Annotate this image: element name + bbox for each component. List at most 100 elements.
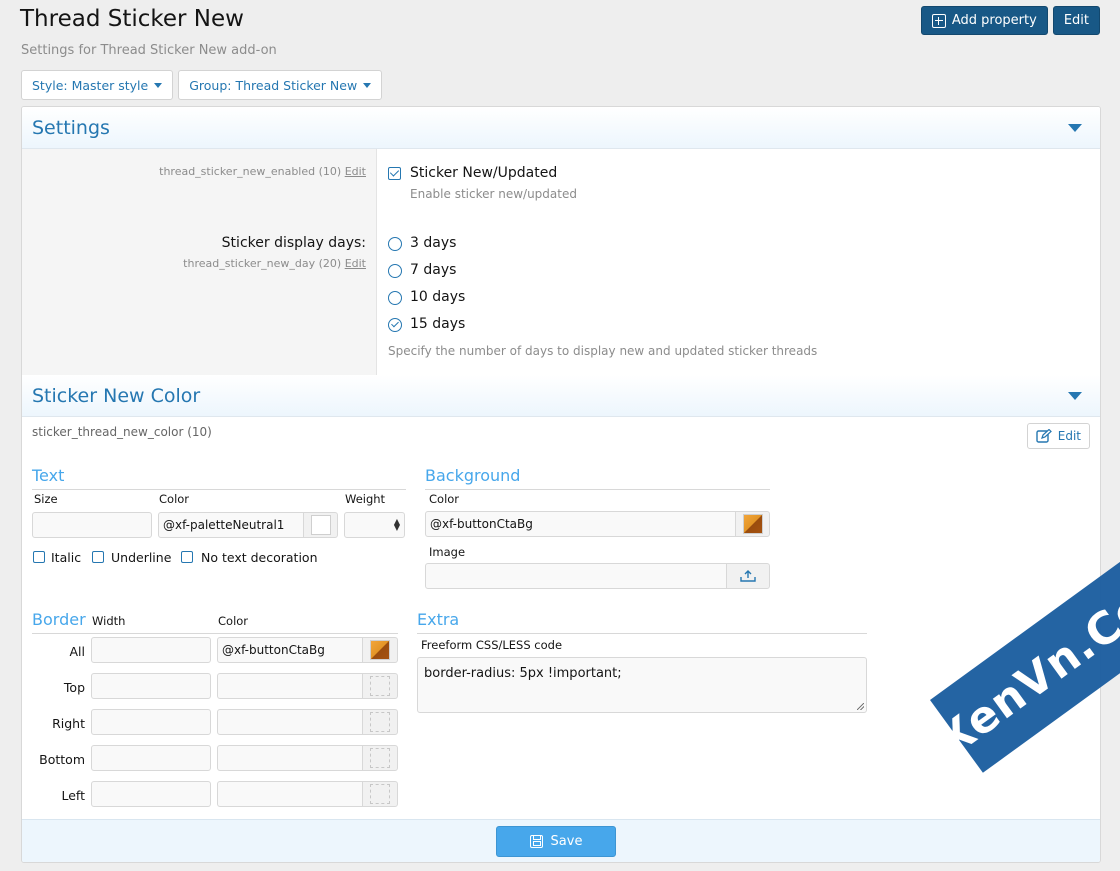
enabled-option-meta: thread_sticker_new_enabled (10) Edit xyxy=(159,165,366,178)
border-left-width-input[interactable] xyxy=(91,781,211,807)
background-image-input[interactable] xyxy=(425,563,727,589)
style-filter-label: Style: Master style xyxy=(32,77,149,93)
divider xyxy=(417,633,867,634)
text-weight-select[interactable]: ▲ ▼ xyxy=(344,512,405,538)
settings-section-title: Settings xyxy=(32,117,110,139)
border-all-width-input[interactable] xyxy=(91,637,211,663)
upload-icon xyxy=(740,570,756,582)
border-top-swatch-box[interactable] xyxy=(362,673,398,699)
border-top-width-input[interactable] xyxy=(91,673,211,699)
group-filter-button[interactable]: Group: Thread Sticker New xyxy=(178,70,383,100)
color-swatch xyxy=(370,640,390,660)
border-row-label: Bottom xyxy=(39,752,85,767)
text-group-title: Text xyxy=(32,466,65,485)
text-size-label: Size xyxy=(34,492,58,506)
display-days-label: Sticker display days: xyxy=(221,235,366,251)
border-left-color-input[interactable] xyxy=(217,781,363,807)
border-width-label: Width xyxy=(92,614,126,628)
extra-css-value: border-radius: 5px !important; xyxy=(424,666,622,681)
add-property-label: Add property xyxy=(951,13,1037,28)
display-days-hint: Specify the number of days to display ne… xyxy=(388,344,818,358)
save-label: Save xyxy=(550,834,583,849)
divider xyxy=(32,633,398,634)
divider xyxy=(425,489,770,490)
color-edit-label: Edit xyxy=(1057,429,1081,443)
collapse-toggle-icon[interactable] xyxy=(1068,124,1082,132)
form-footer: Save xyxy=(22,819,1100,862)
border-row-label: Top xyxy=(63,680,85,695)
top-actions: Add property Edit xyxy=(920,6,1100,35)
extra-css-label: Freeform CSS/LESS code xyxy=(421,638,563,652)
save-button[interactable]: Save xyxy=(496,826,616,857)
underline-label: Underline xyxy=(111,550,172,565)
edit-icon xyxy=(1036,429,1052,443)
color-swatch xyxy=(370,712,390,732)
group-filter-label: Group: Thread Sticker New xyxy=(189,77,358,93)
color-swatch xyxy=(743,514,763,534)
days-radio-15[interactable] xyxy=(388,318,402,332)
border-row-label: Right xyxy=(52,716,85,731)
extra-css-textarea[interactable]: border-radius: 5px !important; xyxy=(417,657,867,713)
no-decoration-label: No text decoration xyxy=(201,550,318,565)
edit-button[interactable]: Edit xyxy=(1052,6,1100,35)
color-edit-button[interactable]: Edit xyxy=(1026,423,1090,449)
color-section-title: Sticker New Color xyxy=(32,385,201,407)
resize-handle-icon[interactable] xyxy=(857,703,864,710)
italic-checkbox[interactable] xyxy=(33,551,45,563)
border-top-color-input[interactable] xyxy=(217,673,363,699)
no-decoration-checkbox[interactable] xyxy=(181,551,193,563)
color-section-header[interactable]: Sticker New Color xyxy=(22,375,1100,417)
border-color-label: Color xyxy=(218,614,249,628)
background-color-input[interactable]: @xf-buttonCtaBg xyxy=(425,511,736,537)
settings-section-header[interactable]: Settings xyxy=(22,107,1100,149)
caret-down-icon xyxy=(363,82,372,88)
underline-checkbox[interactable] xyxy=(92,551,104,563)
days-radio-3[interactable] xyxy=(388,237,402,251)
border-bottom-swatch-box[interactable] xyxy=(362,745,398,771)
save-disk-icon xyxy=(529,835,543,848)
text-color-label: Color xyxy=(159,492,190,506)
caret-down-icon xyxy=(154,82,163,88)
display-days-option-id: thread_sticker_new_day (20) xyxy=(183,257,342,270)
text-color-swatch-box[interactable] xyxy=(303,512,338,538)
border-right-width-input[interactable] xyxy=(91,709,211,735)
border-left-swatch-box[interactable] xyxy=(362,781,398,807)
border-bottom-color-input[interactable] xyxy=(217,745,363,771)
background-swatch-box[interactable] xyxy=(735,511,770,537)
display-days-meta: thread_sticker_new_day (20) Edit xyxy=(183,257,366,270)
border-right-swatch-box[interactable] xyxy=(362,709,398,735)
border-all-color-input[interactable]: @xf-buttonCtaBg xyxy=(217,637,363,663)
options-block: Settings thread_sticker_new_enabled (10)… xyxy=(21,106,1101,863)
days-radio-7[interactable] xyxy=(388,264,402,278)
days-radio-10[interactable] xyxy=(388,291,402,305)
background-group-title: Background xyxy=(425,466,521,485)
days-option-label: 10 days xyxy=(410,289,466,305)
sticker-enabled-label: Sticker New/Updated xyxy=(410,165,558,181)
background-image-label: Image xyxy=(429,545,466,559)
page-title: Thread Sticker New xyxy=(20,6,244,32)
text-weight-label: Weight xyxy=(345,492,386,506)
collapse-toggle-icon[interactable] xyxy=(1068,392,1082,400)
enabled-edit-link[interactable]: Edit xyxy=(345,165,366,178)
add-property-button[interactable]: Add property xyxy=(920,6,1048,35)
display-days-edit-link[interactable]: Edit xyxy=(345,257,366,270)
text-color-input[interactable]: @xf-paletteNeutral1 xyxy=(158,512,304,538)
page-description: Settings for Thread Sticker New add-on xyxy=(21,43,277,58)
style-filter-button[interactable]: Style: Master style xyxy=(21,70,174,100)
sticker-enabled-hint: Enable sticker new/updated xyxy=(410,187,577,201)
select-arrows-icon: ▲ ▼ xyxy=(393,517,400,532)
enabled-option-id: thread_sticker_new_enabled (10) xyxy=(159,165,342,178)
divider xyxy=(32,489,406,490)
border-row-label: All xyxy=(69,644,86,659)
color-swatch xyxy=(370,676,390,696)
days-option-label: 15 days xyxy=(410,316,466,332)
border-all-swatch-box[interactable] xyxy=(362,637,398,663)
border-bottom-width-input[interactable] xyxy=(91,745,211,771)
text-size-input[interactable] xyxy=(32,512,152,538)
upload-button[interactable] xyxy=(726,563,770,589)
sticker-enabled-checkbox[interactable] xyxy=(388,167,401,180)
color-swatch xyxy=(311,515,331,535)
background-color-label: Color xyxy=(429,492,460,506)
days-option-label: 3 days xyxy=(410,235,457,251)
border-right-color-input[interactable] xyxy=(217,709,363,735)
